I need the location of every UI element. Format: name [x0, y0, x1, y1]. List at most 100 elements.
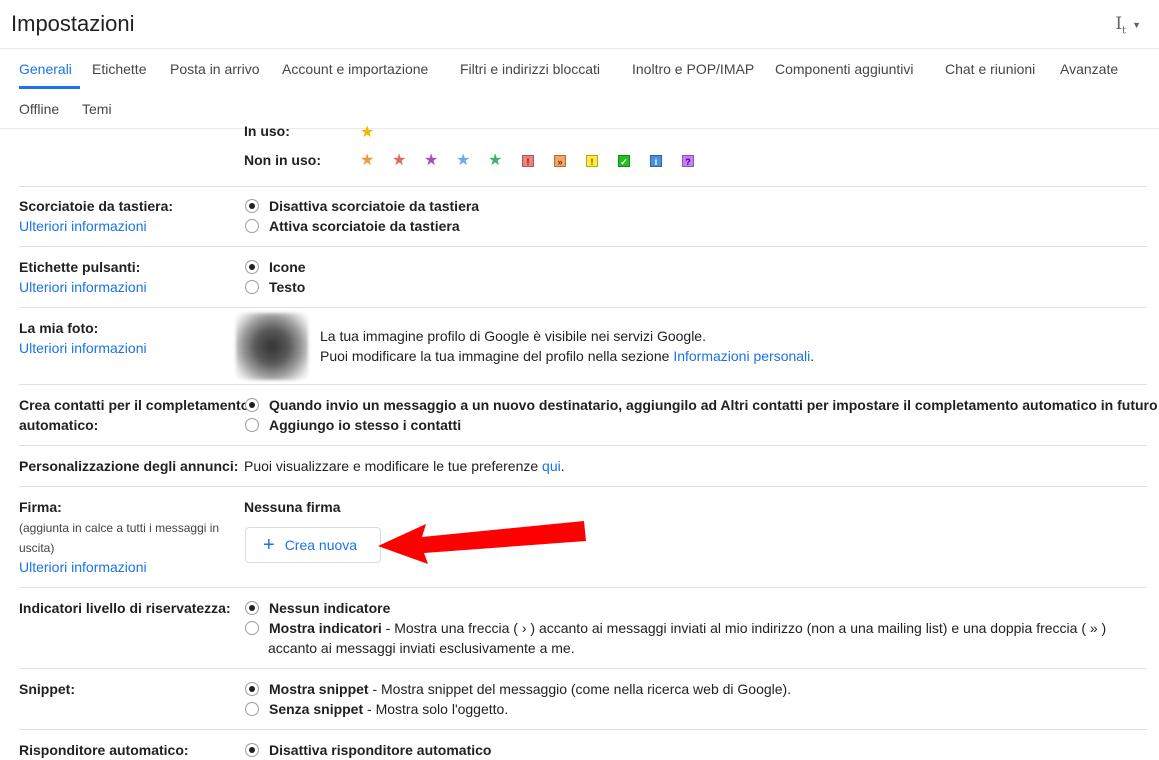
auto-reply-setting: Risponditore automatico: Disattiva rispo…: [19, 730, 1147, 759]
learn-more-link[interactable]: Ulteriori informazioni: [19, 557, 147, 577]
radio-option[interactable]: Disattiva scorciatoie da tastiera: [244, 196, 479, 216]
option-description: - Mostra snippet del messaggio (come nel…: [368, 681, 792, 697]
orange-guillemet-icon[interactable]: »: [554, 155, 566, 167]
yellow-bang-icon[interactable]: !: [586, 155, 598, 167]
option-label: Testo: [269, 279, 306, 295]
radio-button[interactable]: [245, 702, 259, 716]
option-description: - Mostra solo l'oggetto.: [363, 701, 509, 717]
keyboard-shortcuts-setting: Scorciatoie da tastiera: Ulteriori infor…: [19, 186, 1147, 247]
stars-not-in-use-label: Non in uso:: [244, 152, 321, 168]
red-arrow-annotation: [378, 521, 586, 564]
option-label: Aggiungo io stesso i contatti: [269, 417, 462, 433]
option-description-cont: accanto ai messaggi inviati esclusivamen…: [268, 640, 575, 656]
learn-more-link[interactable]: Ulteriori informazioni: [19, 277, 147, 297]
red-star-icon[interactable]: ★: [392, 153, 406, 169]
green-star-icon[interactable]: ★: [488, 153, 502, 169]
tab-chat[interactable]: Chat e riunioni: [945, 61, 1035, 77]
period: .: [560, 458, 565, 474]
radio-option[interactable]: Nessun indicatore: [244, 598, 390, 618]
radio-button[interactable]: [245, 621, 259, 635]
ads-personalization-setting: Personalizzazione degli annunci: Puoi vi…: [19, 446, 1147, 487]
radio-button[interactable]: [245, 260, 259, 274]
ads-description: Puoi visualizzare e modificare le tue pr…: [244, 456, 565, 476]
purple-star-icon[interactable]: ★: [424, 153, 438, 169]
yellow-star-icon[interactable]: ★: [360, 125, 374, 141]
setting-label-cont: automatico:: [19, 417, 99, 433]
radio-option[interactable]: Aggiungo io stesso i contatti: [244, 415, 461, 435]
button-label: Crea nuova: [284, 537, 358, 553]
tab-etichette[interactable]: Etichette: [92, 61, 146, 77]
blue-info-icon[interactable]: i: [650, 155, 662, 167]
settings-tabs: Generali Etichette Posta in arrivo Accou…: [0, 49, 1159, 129]
stars-in-use-label: In uso:: [244, 123, 290, 139]
radio-button[interactable]: [245, 743, 259, 757]
setting-label: Indicatori livello di riservatezza:: [19, 600, 231, 616]
signature-hint: (aggiunta in calce a tutti i messaggi in…: [19, 521, 220, 555]
radio-option[interactable]: Quando invio un messaggio a un nuovo des…: [244, 395, 1158, 415]
green-check-icon[interactable]: ✓: [618, 155, 630, 167]
arrow-shape: [378, 521, 586, 564]
tab-componenti[interactable]: Componenti aggiuntivi: [775, 61, 914, 77]
radio-option[interactable]: Mostra snippet - Mostra snippet del mess…: [244, 679, 791, 699]
photo-description-line2: Puoi modificare la tua immagine del prof…: [320, 346, 814, 366]
setting-label: Crea contatti per il completamento: [19, 397, 250, 413]
tab-temi[interactable]: Temi: [82, 101, 112, 117]
tab-avanzate[interactable]: Avanzate: [1060, 61, 1118, 77]
option-label: Disattiva scorciatoie da tastiera: [269, 198, 480, 214]
option-label: Icone: [269, 259, 306, 275]
radio-option[interactable]: Icone: [244, 257, 306, 277]
learn-more-link[interactable]: Ulteriori informazioni: [19, 216, 147, 236]
radio-option[interactable]: Mostra indicatori - Mostra una freccia (…: [244, 618, 1106, 638]
radio-button[interactable]: [245, 280, 259, 294]
option-label: Mostra snippet: [269, 681, 369, 697]
tab-generali[interactable]: Generali: [19, 61, 72, 77]
photo-text: Puoi modificare la tua immagine del prof…: [320, 348, 670, 364]
create-signature-button[interactable]: + Crea nuova: [245, 527, 381, 563]
radio-option[interactable]: Attiva scorciatoie da tastiera: [244, 216, 460, 236]
ads-preferences-link[interactable]: qui: [542, 458, 561, 474]
snippet-setting: Snippet: Mostra snippet - Mostra snippet…: [19, 669, 1147, 730]
radio-button[interactable]: [245, 398, 259, 412]
my-photo-setting: La mia foto: Ulteriori informazioni La t…: [19, 308, 1147, 385]
tab-posta-in-arrivo[interactable]: Posta in arrivo: [170, 61, 259, 77]
radio-button[interactable]: [245, 418, 259, 432]
avatar[interactable]: [236, 313, 308, 380]
radio-button[interactable]: [245, 219, 259, 233]
option-label: Mostra indicatori: [269, 620, 382, 636]
privacy-indicators-setting: Indicatori livello di riservatezza: Ness…: [19, 588, 1147, 669]
radio-button[interactable]: [245, 199, 259, 213]
purple-question-icon[interactable]: ?: [682, 155, 694, 167]
red-bang-icon[interactable]: !: [522, 155, 534, 167]
option-label: Disattiva risponditore automatico: [269, 742, 492, 758]
plus-icon: +: [263, 534, 275, 556]
tab-filtri[interactable]: Filtri e indirizzi bloccati: [460, 61, 600, 77]
blue-star-icon[interactable]: ★: [456, 153, 470, 169]
tab-inoltro[interactable]: Inoltro e POP/IMAP: [632, 61, 754, 77]
option-description: - Mostra una freccia ( › ) accanto ai me…: [381, 620, 1107, 636]
personal-info-link[interactable]: Informazioni personali: [673, 348, 810, 364]
tab-offline[interactable]: Offline: [19, 101, 59, 117]
option-label: Senza snippet: [269, 701, 364, 717]
photo-description-line1: La tua immagine profilo di Google è visi…: [320, 328, 706, 344]
tab-account[interactable]: Account e importazione: [282, 61, 428, 77]
setting-label: Snippet:: [19, 681, 75, 697]
setting-label: Personalizzazione degli annunci:: [19, 458, 239, 474]
setting-label: La mia foto:: [19, 320, 99, 336]
option-label: Nessun indicatore: [269, 600, 391, 616]
setting-label: Risponditore automatico:: [19, 742, 189, 758]
setting-label: Firma:: [19, 499, 62, 515]
radio-button[interactable]: [245, 601, 259, 615]
no-signature-text: Nessuna firma: [244, 499, 341, 515]
chevron-down-icon: ▼: [1132, 20, 1141, 31]
setting-label: Scorciatoie da tastiera:: [19, 198, 174, 214]
period: .: [810, 348, 815, 364]
display-density-button[interactable]: It ▼: [1115, 14, 1141, 36]
learn-more-link[interactable]: Ulteriori informazioni: [19, 338, 147, 358]
button-labels-setting: Etichette pulsanti: Ulteriori informazio…: [19, 247, 1147, 308]
radio-option[interactable]: Senza snippet - Mostra solo l'oggetto.: [244, 699, 508, 719]
radio-option[interactable]: Testo: [244, 277, 305, 297]
radio-option[interactable]: Disattiva risponditore automatico: [244, 740, 491, 760]
contacts-autocomplete-setting: Crea contatti per il completamento autom…: [19, 385, 1158, 446]
radio-button[interactable]: [245, 682, 259, 696]
orange-star-icon[interactable]: ★: [360, 153, 374, 169]
